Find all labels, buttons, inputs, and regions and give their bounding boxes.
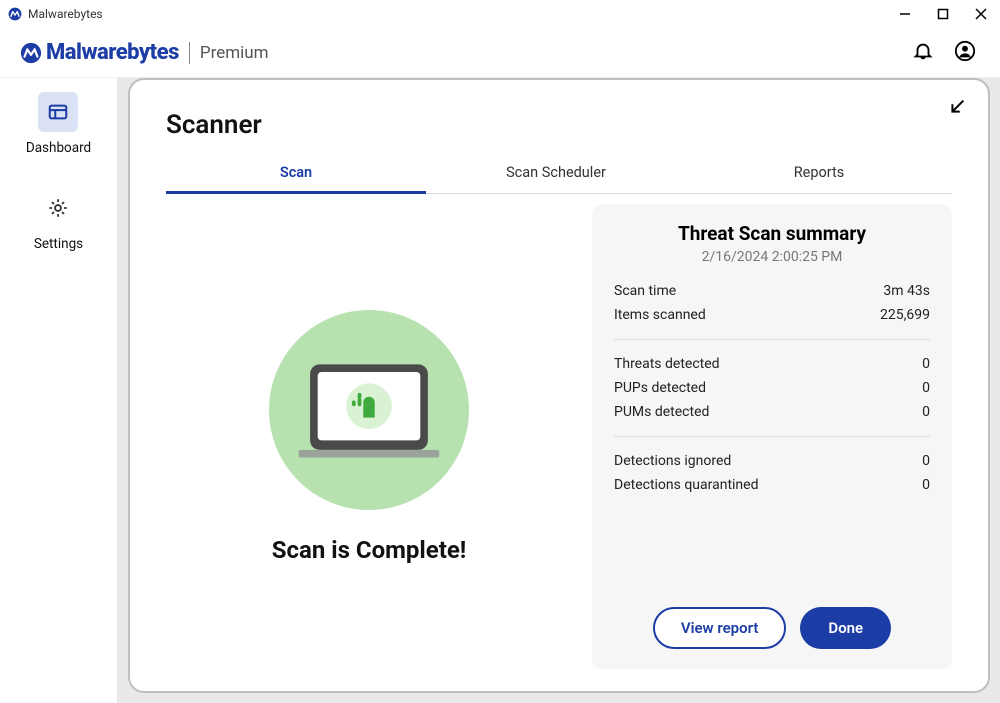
view-report-button[interactable]: View report: [653, 607, 787, 649]
summary-actions: View report Done: [614, 567, 930, 649]
header-actions: [912, 40, 976, 66]
scan-complete-text: Scan is Complete!: [272, 536, 467, 564]
stat-value: 0: [922, 404, 930, 420]
summary-title: Threat Scan summary: [614, 222, 930, 245]
stat-label: PUMs detected: [614, 404, 709, 420]
scan-result-visual: Scan is Complete!: [166, 204, 572, 669]
sidebar-item-dashboard[interactable]: Dashboard: [26, 92, 91, 156]
brand-logo-icon: [20, 42, 42, 64]
tab-scan[interactable]: Scan: [166, 154, 426, 194]
scan-complete-illustration: [269, 310, 469, 510]
brand-tier: Premium: [200, 43, 269, 63]
stat-row: Threats detected 0: [614, 352, 930, 376]
stat-row: Items scanned 225,699: [614, 303, 930, 327]
collapse-icon[interactable]: [946, 96, 968, 122]
dashboard-icon: [38, 92, 78, 132]
brand-name: Malwarebytes: [46, 40, 179, 65]
stat-row: Scan time 3m 43s: [614, 279, 930, 303]
stat-label: PUPs detected: [614, 380, 706, 396]
titlebar-left: Malwarebytes: [8, 7, 103, 21]
brand: Malwarebytes Premium: [20, 40, 269, 65]
sidebar-item-label: Settings: [34, 236, 83, 252]
stat-row: Detections quarantined 0: [614, 473, 930, 497]
divider: [614, 339, 930, 340]
stat-row: PUPs detected 0: [614, 376, 930, 400]
minimize-button[interactable]: [898, 7, 912, 21]
notifications-icon[interactable]: [912, 40, 934, 66]
gear-icon: [38, 188, 78, 228]
panel-title: Scanner: [166, 110, 952, 140]
sidebar-item-label: Dashboard: [26, 140, 91, 156]
divider: [614, 436, 930, 437]
stat-value: 0: [922, 356, 930, 372]
stat-value: 3m 43s: [883, 283, 930, 299]
stat-label: Threats detected: [614, 356, 720, 372]
tab-reports[interactable]: Reports: [686, 154, 952, 193]
window-controls: [898, 7, 988, 21]
close-button[interactable]: [974, 7, 988, 21]
stat-value: 0: [922, 477, 930, 493]
app-icon: [8, 7, 22, 21]
maximize-button[interactable]: [936, 7, 950, 21]
content-area: Scanner Scan Scan Scheduler Reports: [118, 78, 1000, 703]
summary-timestamp: 2/16/2024 2:00:25 PM: [614, 249, 930, 265]
brand-logo: Malwarebytes: [20, 40, 179, 65]
stat-label: Items scanned: [614, 307, 706, 323]
stat-label: Detections quarantined: [614, 477, 758, 493]
stat-value: 0: [922, 453, 930, 469]
tab-scan-scheduler[interactable]: Scan Scheduler: [426, 154, 686, 193]
tab-bar: Scan Scan Scheduler Reports: [166, 154, 952, 194]
done-button[interactable]: Done: [800, 607, 891, 649]
scanner-panel: Scanner Scan Scan Scheduler Reports: [128, 78, 990, 693]
scan-summary-card: Threat Scan summary 2/16/2024 2:00:25 PM…: [592, 204, 952, 669]
account-icon[interactable]: [954, 40, 976, 66]
stat-row: Detections ignored 0: [614, 449, 930, 473]
sidebar-item-settings[interactable]: Settings: [34, 188, 83, 252]
stat-label: Detections ignored: [614, 453, 731, 469]
stat-value: 225,699: [880, 307, 930, 323]
sidebar: Dashboard Settings: [0, 78, 118, 703]
app-header: Malwarebytes Premium: [0, 28, 1000, 78]
stat-row: PUMs detected 0: [614, 400, 930, 424]
window-title: Malwarebytes: [28, 7, 103, 21]
brand-divider: [189, 42, 190, 64]
window-titlebar: Malwarebytes: [0, 0, 1000, 28]
stat-value: 0: [922, 380, 930, 396]
stat-label: Scan time: [614, 283, 676, 299]
